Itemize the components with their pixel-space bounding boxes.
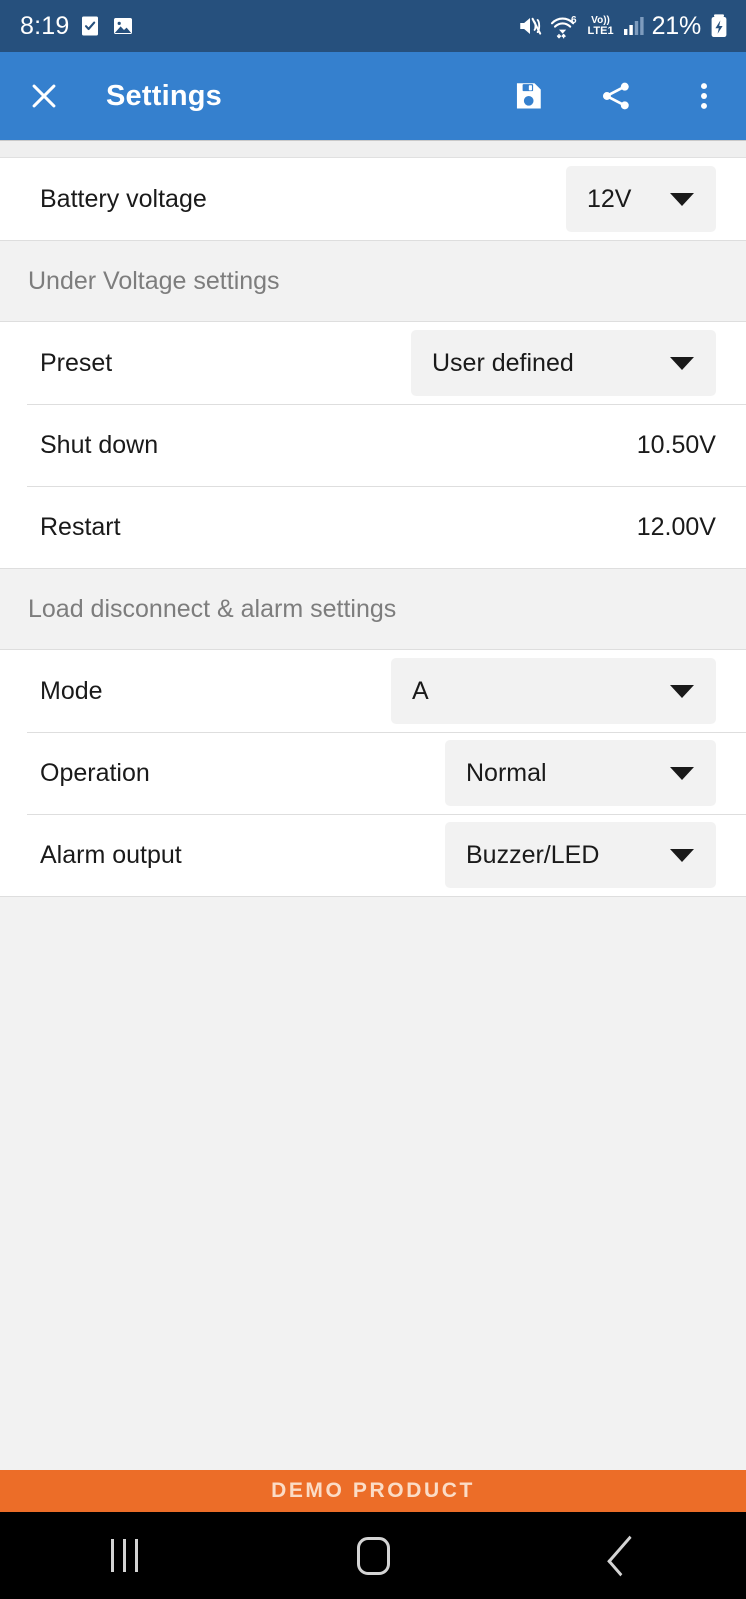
chevron-down-icon	[644, 684, 694, 698]
back-icon	[606, 1535, 643, 1576]
battery-voltage-dropdown[interactable]: 12V	[566, 166, 716, 232]
shut-down-label: Shut down	[40, 430, 159, 459]
setting-row-restart[interactable]: Restart 12.00V	[0, 486, 746, 568]
alarm-output-value: Buzzer/LED	[466, 840, 600, 869]
share-icon[interactable]	[596, 76, 636, 116]
restart-label: Restart	[40, 512, 121, 541]
mode-dropdown[interactable]: A	[391, 658, 716, 724]
status-bar-left: 8:19	[20, 12, 135, 41]
setting-row-shut-down[interactable]: Shut down 10.50V	[0, 404, 746, 486]
shut-down-value: 10.50V	[636, 430, 716, 459]
restart-value: 12.00V	[636, 512, 716, 541]
operation-dropdown[interactable]: Normal	[445, 740, 716, 806]
chevron-down-icon	[644, 356, 694, 370]
app-bar: Settings	[0, 52, 746, 140]
preset-label: Preset	[40, 348, 113, 377]
volte-bottom-label: LTE1	[587, 24, 614, 37]
section-header-under-voltage: Under Voltage settings	[0, 240, 746, 322]
status-bar: 8:19 6 Vo)) LTE1 21%	[0, 0, 746, 52]
checkbox-icon	[78, 14, 102, 38]
chevron-down-icon	[644, 192, 694, 206]
status-bar-clock: 8:19	[20, 11, 70, 40]
nav-recents-button[interactable]	[0, 1539, 249, 1572]
battery-voltage-label: Battery voltage	[40, 184, 207, 213]
chevron-down-icon	[644, 848, 694, 862]
wifi-icon: 6	[550, 13, 580, 39]
signal-bars-icon	[621, 14, 645, 38]
close-icon[interactable]	[24, 76, 64, 116]
settings-list: Battery voltage 12V Under Voltage settin…	[0, 158, 746, 896]
battery-percent-label: 21%	[651, 11, 702, 40]
nav-home-button[interactable]	[249, 1536, 498, 1575]
demo-product-banner-label: DEMO PRODUCT	[271, 1479, 475, 1502]
status-bar-right: 6 Vo)) LTE1 21%	[517, 12, 730, 41]
image-icon	[111, 14, 135, 38]
setting-row-operation[interactable]: Operation Normal	[0, 732, 746, 814]
battery-charging-icon	[708, 13, 730, 39]
volte-top-label: Vo))	[591, 14, 610, 26]
scroll-top-strip	[0, 140, 746, 158]
under-voltage-header-label: Under Voltage settings	[28, 266, 280, 295]
demo-product-banner: DEMO PRODUCT	[0, 1470, 746, 1512]
chevron-down-icon	[644, 766, 694, 780]
nav-back-button[interactable]	[497, 1535, 746, 1576]
phone-screen: 8:19 6 Vo)) LTE1 21% Settings Battery vo…	[0, 0, 746, 1599]
operation-label: Operation	[40, 758, 150, 787]
home-icon	[356, 1536, 390, 1575]
alarm-output-label: Alarm output	[40, 840, 182, 869]
alarm-output-dropdown[interactable]: Buzzer/LED	[445, 822, 716, 888]
mute-icon	[517, 13, 543, 39]
mode-value: A	[412, 676, 429, 705]
volte-indicator: Vo)) LTE1	[587, 14, 614, 37]
app-bar-actions	[508, 76, 724, 116]
setting-row-alarm-output[interactable]: Alarm output Buzzer/LED	[0, 814, 746, 896]
svg-text:6: 6	[571, 15, 577, 26]
load-disconnect-header-label: Load disconnect & alarm settings	[28, 594, 397, 623]
operation-value: Normal	[466, 758, 547, 787]
recents-icon	[110, 1539, 138, 1572]
overflow-menu-icon[interactable]	[684, 76, 724, 116]
setting-row-battery-voltage[interactable]: Battery voltage 12V	[0, 158, 746, 240]
mode-label: Mode	[40, 676, 103, 705]
preset-dropdown[interactable]: User defined	[411, 330, 716, 396]
battery-voltage-value: 12V	[587, 184, 632, 213]
setting-row-mode[interactable]: Mode A	[0, 650, 746, 732]
section-header-load-disconnect: Load disconnect & alarm settings	[0, 568, 746, 650]
setting-row-preset[interactable]: Preset User defined	[0, 322, 746, 404]
empty-content-area	[0, 896, 746, 1470]
save-icon[interactable]	[508, 76, 548, 116]
preset-value: User defined	[432, 348, 574, 377]
page-title: Settings	[106, 79, 222, 112]
system-navigation-bar	[0, 1512, 746, 1599]
